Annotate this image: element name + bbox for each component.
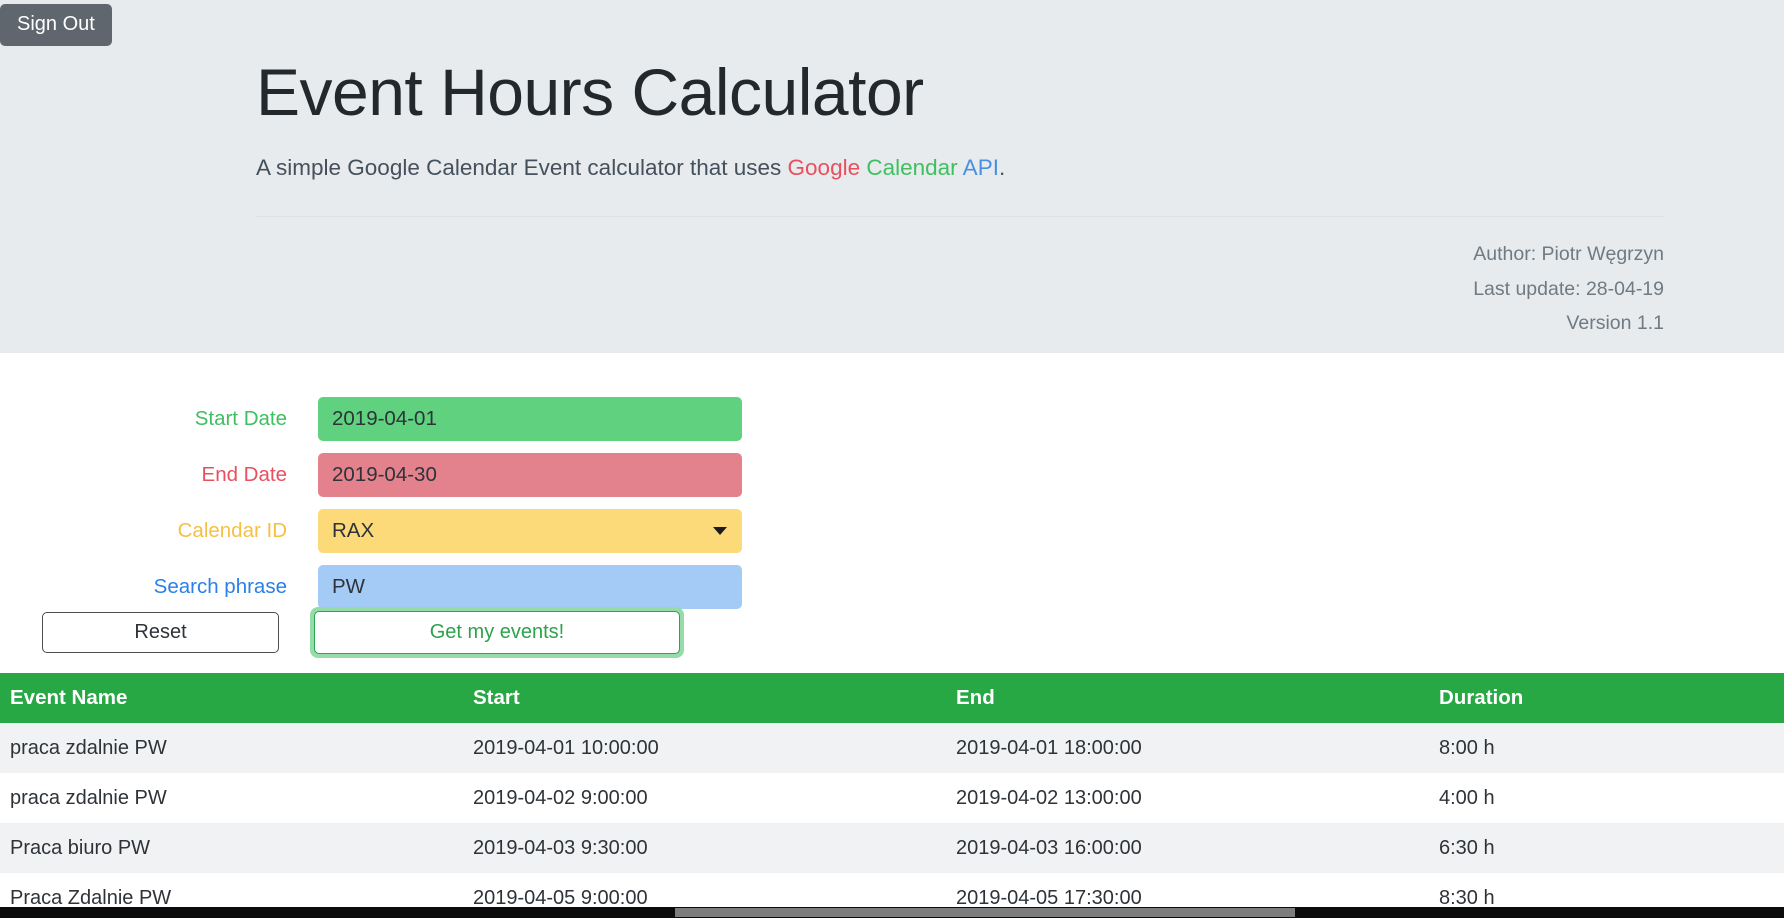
page-title: Event Hours Calculator [256,55,924,129]
column-header-duration[interactable]: Duration [1429,673,1784,723]
version-text: Version 1.1 [1566,312,1664,335]
cell-start: 2019-04-03 9:30:00 [473,836,648,859]
form-row-start-date: Start Date [0,391,780,447]
cell-end: 2019-04-05 17:30:00 [956,886,1142,908]
google-calendar-api-link-google[interactable]: Google [788,155,861,180]
header-content: Event Hours Calculator A simple Google C… [256,0,1664,341]
results-table-body: praca zdalnie PW 2019-04-01 10:00:00 201… [0,723,1784,907]
cell-end: 2019-04-03 16:00:00 [956,836,1142,859]
cell-event-name: Praca Zdalnie PW [10,886,172,908]
calendar-id-select[interactable]: RAX [318,509,742,553]
results-table-head: Event Name Start End Duration [0,673,1784,723]
start-date-label: Start Date [194,406,287,430]
calendar-id-label: Calendar ID [177,518,287,542]
cell-start: 2019-04-02 9:00:00 [473,786,648,809]
horizontal-scrollbar-thumb[interactable] [675,908,1295,917]
google-calendar-api-link-api[interactable]: API [958,155,999,180]
cell-event-name: praca zdalnie PW [10,786,167,809]
cell-start: 2019-04-05 9:00:00 [473,886,648,908]
end-date-label: End Date [201,462,287,486]
get-events-button[interactable]: Get my events! [314,611,680,654]
cell-event-name: Praca biuro PW [10,836,151,859]
page-subtitle: A simple Google Calendar Event calculato… [256,129,1664,182]
chevron-down-icon [713,527,727,535]
reset-button[interactable]: Reset [42,612,279,653]
event-query-form: Start Date End Date Calendar ID RAX Sear… [0,353,1784,673]
meta-info-block: Author: Piotr Węgrzyn Last update: 28-04… [256,217,1664,341]
start-date-input[interactable] [318,397,742,441]
page-header-jumbotron: Sign Out Event Hours Calculator A simple… [0,0,1784,353]
column-header-start[interactable]: Start [463,673,946,723]
results-table-container: Event Name Start End Duration praca zdal… [0,673,1784,907]
cell-duration: 8:00 h [1439,736,1495,759]
search-phrase-label: Search phrase [153,574,287,598]
author-text: Author: Piotr Węgrzyn [1473,242,1664,265]
column-header-event-name[interactable]: Event Name [0,673,463,723]
column-header-end[interactable]: End [946,673,1429,723]
search-phrase-input[interactable] [318,565,742,609]
table-row: Praca biuro PW 2019-04-03 9:30:00 2019-0… [0,823,1784,873]
results-table: Event Name Start End Duration praca zdal… [0,673,1784,907]
table-header-row: Event Name Start End Duration [0,673,1784,723]
horizontal-scrollbar[interactable] [0,907,1784,918]
cell-end: 2019-04-01 18:00:00 [956,736,1142,759]
calendar-id-selected-value: RAX [332,519,375,542]
cell-duration: 8:30 h [1439,886,1495,908]
table-row: Praca Zdalnie PW 2019-04-05 9:00:00 2019… [0,873,1784,907]
form-row-end-date: End Date [0,447,780,503]
cell-start: 2019-04-01 10:00:00 [473,736,659,759]
form-row-calendar-id: Calendar ID RAX [0,503,780,559]
google-calendar-api-link-calendar[interactable]: Calendar [860,155,957,180]
subtitle-text-suffix: . [998,154,1006,180]
last-update-text: Last update: 28-04-19 [1473,277,1664,300]
get-events-focus-ring: Get my events! [310,607,684,658]
cell-duration: 6:30 h [1439,836,1495,859]
table-row: praca zdalnie PW 2019-04-01 10:00:00 201… [0,723,1784,773]
table-row: praca zdalnie PW 2019-04-02 9:00:00 2019… [0,773,1784,823]
form-actions: Reset Get my events! [0,607,780,661]
page-root: Sign Out Event Hours Calculator A simple… [0,0,1784,918]
cell-event-name: praca zdalnie PW [10,736,167,759]
end-date-input[interactable] [318,453,742,497]
subtitle-text-prefix: A simple Google Calendar Event calculato… [256,154,788,180]
cell-end: 2019-04-02 13:00:00 [956,786,1142,809]
cell-duration: 4:00 h [1439,786,1495,809]
sign-out-button[interactable]: Sign Out [0,4,112,46]
